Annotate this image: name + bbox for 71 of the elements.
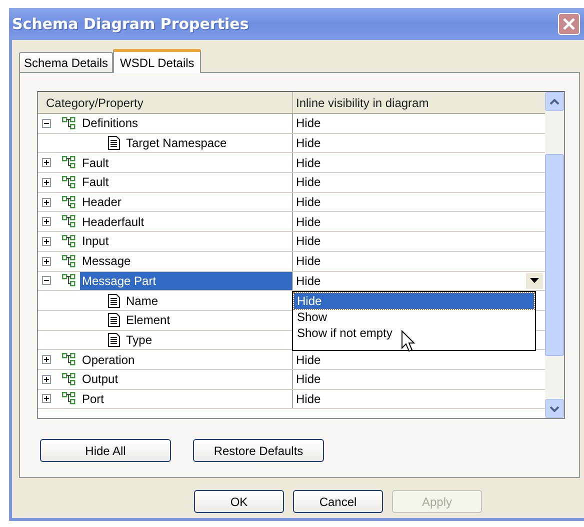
expand-icon[interactable]	[42, 374, 51, 384]
tree-item[interactable]: Headerfault	[80, 212, 146, 231]
table-cell: Hide	[296, 392, 321, 406]
hierarchy-icon	[62, 176, 76, 189]
hierarchy-icon	[62, 392, 76, 406]
tree-item[interactable]: Target Namespace	[124, 134, 229, 152]
tree-item[interactable]: Input	[80, 232, 111, 250]
collapse-icon[interactable]	[42, 118, 51, 128]
document-icon	[108, 136, 120, 150]
hierarchy-icon	[62, 215, 76, 228]
column-header[interactable]: Category/Property	[38, 92, 293, 113]
hierarchy-icon	[62, 156, 76, 170]
tab[interactable]: WSDL Details	[113, 49, 202, 73]
tree-item[interactable]: Message	[80, 252, 133, 270]
tree-item[interactable]: Type	[124, 330, 154, 349]
tree-item[interactable]: Header	[80, 193, 124, 212]
table-cell: Hide	[296, 214, 321, 229]
document-icon	[108, 294, 120, 308]
dialog-button[interactable]: Hide All	[40, 439, 171, 462]
expand-icon[interactable]	[42, 394, 51, 404]
dropdown-option[interactable]: Show	[294, 308, 534, 324]
tree-item[interactable]: Port	[80, 390, 106, 408]
hierarchy-icon	[62, 372, 76, 386]
tree-item[interactable]: Output	[80, 370, 120, 388]
scrollbar[interactable]	[545, 92, 564, 418]
table-cell: Hide	[296, 234, 321, 248]
table-cell: Hide	[296, 156, 321, 170]
expand-icon[interactable]	[42, 236, 51, 246]
tab[interactable]: Schema Details	[19, 52, 114, 72]
dropdown-option[interactable]: Hide	[294, 292, 534, 308]
dialog-button[interactable]: OK	[194, 490, 284, 513]
table-cell: Hide	[296, 352, 321, 367]
collapse-icon[interactable]	[42, 276, 51, 286]
hierarchy-icon	[62, 196, 76, 209]
hierarchy-icon	[62, 274, 76, 288]
expand-icon[interactable]	[42, 256, 51, 266]
hierarchy-icon	[62, 116, 76, 130]
dropdown-arrow-icon	[530, 278, 539, 284]
tree-item[interactable]: Definitions	[80, 114, 140, 132]
close-icon	[562, 17, 576, 31]
expand-icon[interactable]	[42, 178, 51, 187]
window-title: Schema Diagram Properties	[12, 15, 249, 33]
scroll-down-button[interactable]	[545, 399, 564, 418]
scroll-thumb[interactable]	[545, 154, 564, 356]
table-cell: Hide	[296, 254, 321, 268]
dialog-button[interactable]: Cancel	[293, 490, 383, 513]
hierarchy-icon	[62, 254, 76, 268]
tree-item[interactable]: Fault	[80, 154, 111, 172]
document-icon	[108, 332, 120, 347]
table-cell: Hide	[296, 136, 321, 150]
tree-item[interactable]: Fault	[80, 173, 111, 192]
tree-item[interactable]: Message Part	[80, 272, 292, 290]
document-icon	[108, 313, 120, 328]
dialog-button[interactable]: Restore Defaults	[193, 439, 324, 462]
table-cell: Hide	[296, 175, 321, 190]
column-header[interactable]: Inline visibility in diagram	[293, 92, 545, 113]
hierarchy-icon	[62, 234, 76, 248]
close-button[interactable]	[558, 13, 580, 35]
expand-icon[interactable]	[42, 217, 51, 226]
expand-icon[interactable]	[42, 158, 51, 168]
table-cell: Hide	[296, 372, 321, 386]
dropdown-option[interactable]: Show if not empty	[294, 324, 534, 340]
tree-item[interactable]: Element	[124, 311, 172, 330]
expand-icon[interactable]	[42, 198, 51, 207]
expand-icon[interactable]	[42, 355, 51, 364]
tree-item[interactable]: Name	[124, 292, 160, 310]
table-cell: Hide	[296, 116, 321, 130]
tree-item[interactable]: Operation	[80, 350, 137, 369]
hierarchy-icon	[62, 353, 76, 366]
scroll-up-button[interactable]	[545, 92, 564, 111]
table-cell: Hide	[296, 195, 321, 210]
